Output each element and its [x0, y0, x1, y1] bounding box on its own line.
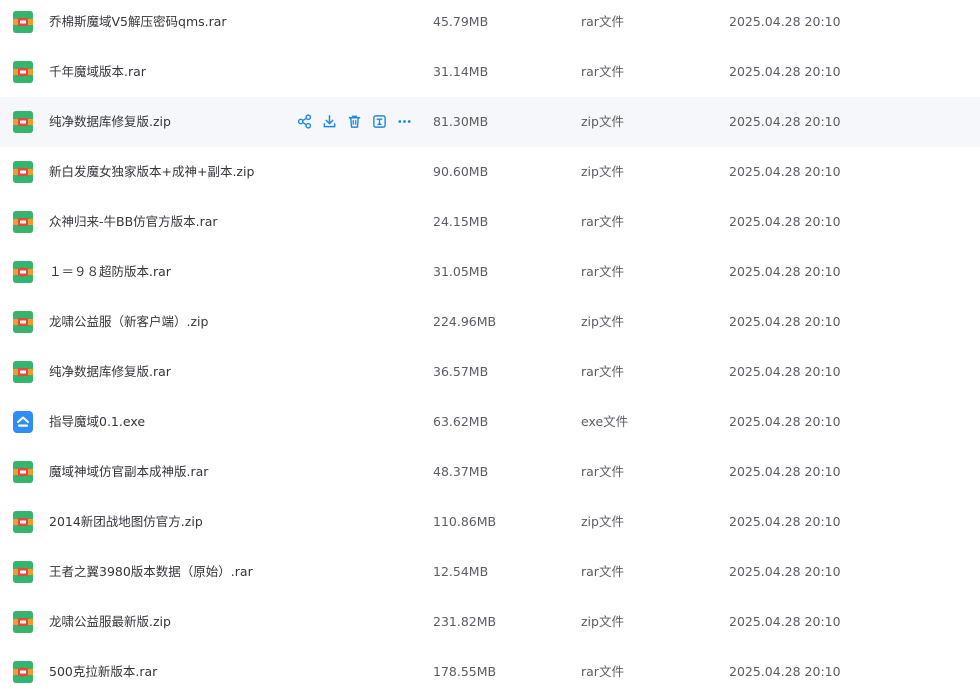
file-name[interactable]: 纯净数据库修复版.rar — [49, 347, 171, 397]
file-date: 2025.04.28 20:10 — [729, 414, 841, 429]
file-size: 24.15MB — [433, 214, 489, 229]
share-button[interactable] — [296, 113, 313, 130]
delete-button[interactable] — [346, 113, 363, 130]
file-name[interactable]: 龙啸公益服（新客户端）.zip — [49, 297, 208, 347]
file-size: 90.60MB — [433, 164, 489, 179]
file-name[interactable]: 纯净数据库修复版.zip — [49, 97, 171, 147]
file-row[interactable]: 乔棉斯魔域V5解压密码qms.rar 45.79MB rar文件 2025.04… — [0, 0, 980, 47]
file-date: 2025.04.28 20:10 — [729, 14, 841, 29]
archive-icon — [13, 611, 33, 633]
rename-icon — [372, 114, 387, 129]
file-type: rar文件 — [581, 564, 624, 579]
file-type: zip文件 — [581, 514, 624, 529]
row-actions — [296, 113, 413, 131]
file-date: 2025.04.28 20:10 — [729, 64, 841, 79]
file-type: zip文件 — [581, 314, 624, 329]
file-type: zip文件 — [581, 614, 624, 629]
file-date: 2025.04.28 20:10 — [729, 614, 841, 629]
file-size: 110.86MB — [433, 514, 497, 529]
file-size: 231.82MB — [433, 614, 497, 629]
delete-icon — [347, 114, 362, 129]
file-row[interactable]: 纯净数据库修复版.zip 81.30MB zip文件 2025.04.28 20… — [0, 97, 980, 147]
file-date: 2025.04.28 20:10 — [729, 564, 841, 579]
share-icon — [297, 114, 312, 129]
file-name[interactable]: 魔域神域仿官副本成神版.rar — [49, 447, 208, 497]
file-date: 2025.04.28 20:10 — [729, 214, 841, 229]
file-name[interactable]: 新白发魔女独家版本+成神+副本.zip — [49, 147, 254, 197]
archive-icon — [13, 661, 33, 683]
file-list: 乔棉斯魔域V5解压密码qms.rar 45.79MB rar文件 2025.04… — [0, 0, 980, 697]
file-size: 48.37MB — [433, 464, 489, 479]
more-icon — [397, 114, 412, 129]
archive-icon — [13, 161, 33, 183]
file-row[interactable]: 魔域神域仿官副本成神版.rar 48.37MB rar文件 2025.04.28… — [0, 447, 980, 497]
archive-icon — [13, 561, 33, 583]
file-size: 81.30MB — [433, 114, 489, 129]
file-type: rar文件 — [581, 64, 624, 79]
archive-icon — [13, 261, 33, 283]
file-size: 224.96MB — [433, 314, 497, 329]
exe-icon — [13, 411, 33, 433]
file-row[interactable]: １＝９８超防版本.rar 31.05MB rar文件 2025.04.28 20… — [0, 247, 980, 297]
file-row[interactable]: 纯净数据库修复版.rar 36.57MB rar文件 2025.04.28 20… — [0, 347, 980, 397]
file-row[interactable]: 新白发魔女独家版本+成神+副本.zip 90.60MB zip文件 2025.0… — [0, 147, 980, 197]
file-size: 63.62MB — [433, 414, 489, 429]
archive-icon — [13, 311, 33, 333]
file-name[interactable]: 指导魔域0.1.exe — [49, 397, 145, 447]
archive-icon — [13, 111, 33, 133]
file-row[interactable]: 龙啸公益服最新版.zip 231.82MB zip文件 2025.04.28 2… — [0, 597, 980, 647]
file-row[interactable]: 众神归来-牛BB仿官方版本.rar 24.15MB rar文件 2025.04.… — [0, 197, 980, 247]
file-row[interactable]: 王者之翼3980版本数据（原始）.rar 12.54MB rar文件 2025.… — [0, 547, 980, 597]
rename-button[interactable] — [371, 113, 388, 130]
file-type: rar文件 — [581, 264, 624, 279]
more-button[interactable] — [396, 113, 413, 130]
archive-icon — [13, 361, 33, 383]
file-name[interactable]: 500克拉新版本.rar — [49, 647, 157, 697]
file-size: 178.55MB — [433, 664, 497, 679]
file-type: rar文件 — [581, 664, 624, 679]
file-date: 2025.04.28 20:10 — [729, 664, 841, 679]
file-row[interactable]: 龙啸公益服（新客户端）.zip 224.96MB zip文件 2025.04.2… — [0, 297, 980, 347]
file-name[interactable]: 乔棉斯魔域V5解压密码qms.rar — [49, 0, 227, 47]
download-button[interactable] — [321, 113, 338, 130]
file-size: 45.79MB — [433, 14, 489, 29]
file-date: 2025.04.28 20:10 — [729, 264, 841, 279]
file-name[interactable]: 龙啸公益服最新版.zip — [49, 597, 171, 647]
download-icon — [322, 114, 337, 129]
file-type: rar文件 — [581, 464, 624, 479]
file-size: 31.05MB — [433, 264, 489, 279]
file-type: zip文件 — [581, 164, 624, 179]
file-date: 2025.04.28 20:10 — [729, 464, 841, 479]
file-date: 2025.04.28 20:10 — [729, 164, 841, 179]
file-name[interactable]: １＝９８超防版本.rar — [49, 247, 171, 297]
file-row[interactable]: 2014新团战地图仿官方.zip 110.86MB zip文件 2025.04.… — [0, 497, 980, 547]
file-date: 2025.04.28 20:10 — [729, 314, 841, 329]
file-type: rar文件 — [581, 214, 624, 229]
file-type: exe文件 — [581, 414, 629, 429]
file-type: rar文件 — [581, 364, 624, 379]
file-row[interactable]: 500克拉新版本.rar 178.55MB rar文件 2025.04.28 2… — [0, 647, 980, 697]
file-size: 12.54MB — [433, 564, 489, 579]
file-type: rar文件 — [581, 14, 624, 29]
file-date: 2025.04.28 20:10 — [729, 364, 841, 379]
archive-icon — [13, 61, 33, 83]
file-name[interactable]: 众神归来-牛BB仿官方版本.rar — [49, 197, 218, 247]
file-row[interactable]: 指导魔域0.1.exe 63.62MB exe文件 2025.04.28 20:… — [0, 397, 980, 447]
file-date: 2025.04.28 20:10 — [729, 514, 841, 529]
file-name[interactable]: 2014新团战地图仿官方.zip — [49, 497, 203, 547]
archive-icon — [13, 461, 33, 483]
file-type: zip文件 — [581, 114, 624, 129]
archive-icon — [13, 11, 33, 33]
archive-icon — [13, 511, 33, 533]
file-size: 31.14MB — [433, 64, 489, 79]
archive-icon — [13, 211, 33, 233]
file-row[interactable]: 千年魔域版本.rar 31.14MB rar文件 2025.04.28 20:1… — [0, 47, 980, 97]
file-date: 2025.04.28 20:10 — [729, 114, 841, 129]
file-size: 36.57MB — [433, 364, 489, 379]
file-name[interactable]: 王者之翼3980版本数据（原始）.rar — [49, 547, 253, 597]
file-name[interactable]: 千年魔域版本.rar — [49, 47, 146, 97]
